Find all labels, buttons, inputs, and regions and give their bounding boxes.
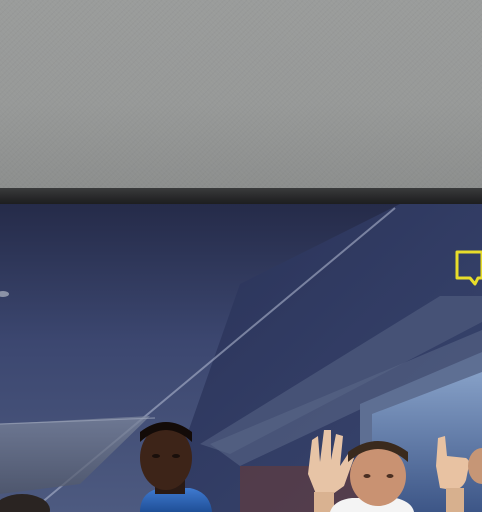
tv-screen xyxy=(0,204,482,512)
screen-image xyxy=(0,204,482,512)
photo-scene xyxy=(0,0,482,512)
wall-texture xyxy=(0,0,482,190)
